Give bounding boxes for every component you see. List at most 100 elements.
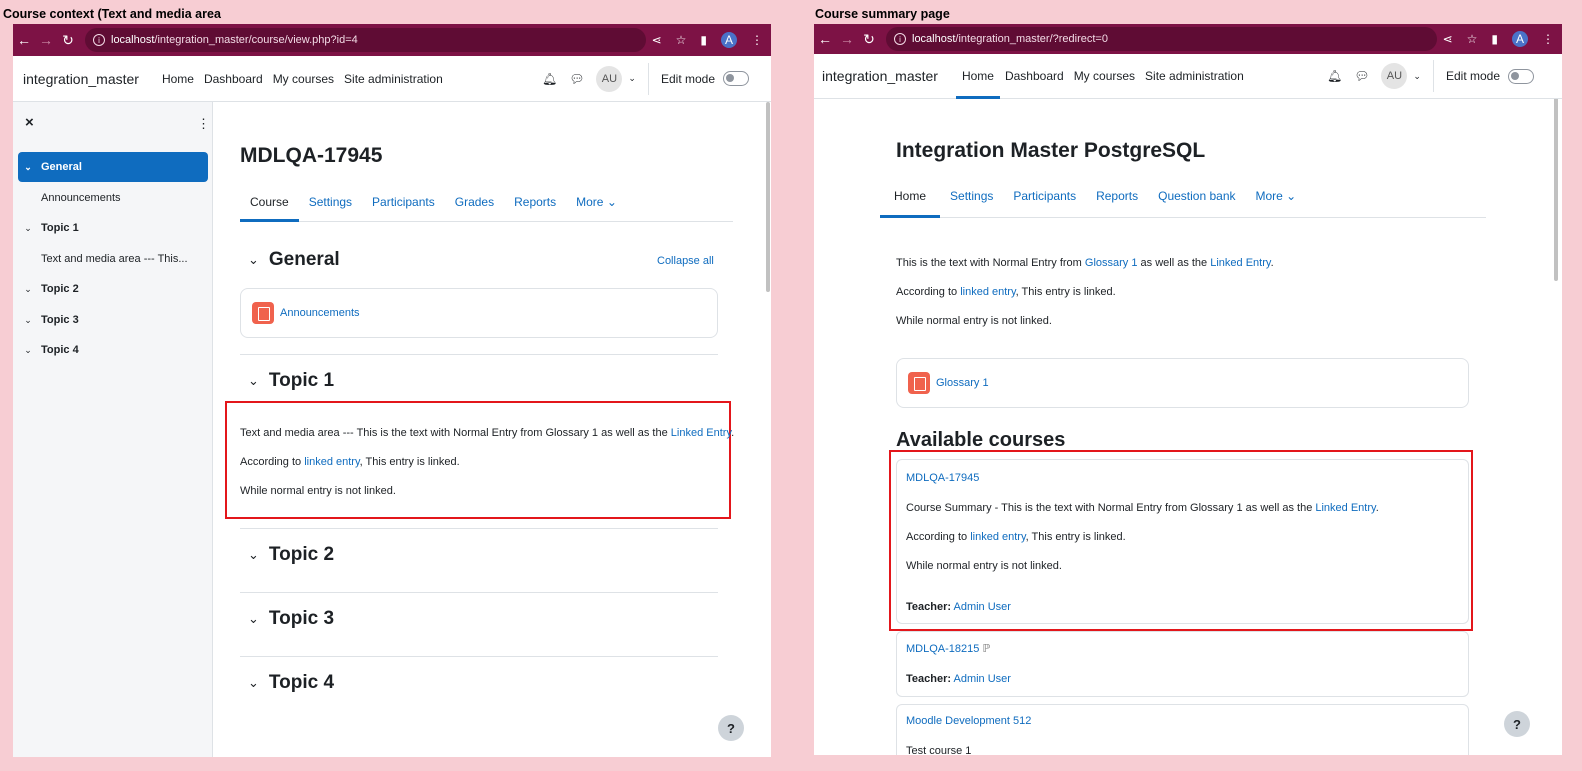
- browser-menu-icon[interactable]: ⋮: [751, 33, 763, 47]
- site-brand[interactable]: integration_master: [23, 71, 139, 87]
- forward-icon[interactable]: →: [836, 31, 858, 47]
- text-media-line-2: According to linked entry, This entry is…: [240, 456, 460, 468]
- site-brand[interactable]: integration_master: [822, 68, 938, 84]
- chevron-down-icon[interactable]: ⌄: [21, 223, 35, 234]
- forward-icon[interactable]: →: [35, 32, 57, 48]
- course-index-topic-1[interactable]: ⌄ Topic 1: [18, 213, 208, 243]
- back-icon[interactable]: ←: [13, 32, 35, 48]
- profile-avatar[interactable]: A: [1512, 31, 1528, 47]
- site-info-icon[interactable]: i: [93, 34, 105, 46]
- course-index-general[interactable]: ⌄ General: [18, 152, 208, 182]
- chevron-down-icon[interactable]: ⌄: [248, 675, 259, 691]
- nav-dashboard[interactable]: Dashboard: [1000, 54, 1069, 98]
- nav-dashboard[interactable]: Dashboard: [199, 56, 268, 101]
- profile-avatar[interactable]: A: [721, 32, 737, 48]
- browser-menu-icon[interactable]: ⋮: [1542, 32, 1554, 46]
- chevron-down-icon[interactable]: ⌄: [248, 373, 259, 389]
- text-media-line-1: Text and media area --- This is the text…: [240, 427, 735, 439]
- tab-course[interactable]: Course: [240, 182, 299, 222]
- scrollbar[interactable]: [766, 102, 770, 292]
- help-button[interactable]: ?: [1504, 711, 1530, 737]
- notification-bell-icon[interactable]: 🔔︎: [542, 72, 557, 86]
- nav-home[interactable]: Home: [955, 54, 1000, 99]
- tab-grades[interactable]: Grades: [445, 182, 504, 221]
- primary-nav: Home Dashboard My courses Site administr…: [955, 54, 1249, 99]
- tab-more[interactable]: More ⌄: [1246, 175, 1307, 217]
- drawer-menu-icon[interactable]: ⋮: [197, 116, 210, 132]
- scrollbar[interactable]: [1554, 99, 1558, 281]
- close-drawer-icon[interactable]: ×: [25, 114, 34, 131]
- side-panel-icon[interactable]: ▮: [700, 33, 707, 47]
- toggle-switch[interactable]: [723, 71, 749, 86]
- user-avatar[interactable]: AU: [1381, 63, 1408, 89]
- tab-home[interactable]: Home: [880, 175, 941, 218]
- nav-my-courses[interactable]: My courses: [1069, 54, 1140, 98]
- course-index-topic-4[interactable]: ⌄ Topic 4: [18, 335, 208, 365]
- chevron-down-icon[interactable]: ⌄: [21, 345, 35, 356]
- chevron-down-icon[interactable]: ⌄: [248, 547, 259, 563]
- linked-entry-link[interactable]: linked entry: [960, 286, 1015, 298]
- glossary-link[interactable]: Glossary 1: [1085, 257, 1138, 269]
- chevron-down-icon[interactable]: ⌄: [21, 162, 35, 173]
- nav-site-administration[interactable]: Site administration: [1140, 54, 1249, 98]
- reload-icon[interactable]: ↻: [858, 31, 880, 48]
- share-icon[interactable]: ⋖: [652, 33, 662, 47]
- glossary-icon: [908, 372, 930, 394]
- section-general-header[interactable]: ⌄ General: [248, 249, 340, 271]
- available-courses-heading: Available courses: [896, 429, 1066, 451]
- user-menu-chevron-icon[interactable]: ⌄: [1413, 71, 1421, 82]
- nav-home[interactable]: Home: [157, 56, 199, 101]
- reload-icon[interactable]: ↻: [57, 32, 79, 49]
- announcements-activity[interactable]: Announcements: [240, 288, 718, 338]
- back-icon[interactable]: ←: [814, 31, 836, 47]
- course-index-announcements[interactable]: Announcements: [18, 183, 208, 213]
- section-topic-2-header[interactable]: ⌄ Topic 2: [248, 544, 334, 566]
- glossary-activity[interactable]: Glossary 1: [896, 358, 1469, 408]
- side-panel-icon[interactable]: ▮: [1491, 32, 1498, 46]
- moodle-navbar: integration_master Home Dashboard My cou…: [13, 56, 771, 102]
- tab-settings[interactable]: Settings: [940, 175, 1003, 217]
- linked-entry-link[interactable]: Linked Entry: [1210, 257, 1270, 269]
- course-name-link[interactable]: MDLQA-18215: [906, 643, 979, 655]
- messages-icon[interactable]: 💬︎: [1354, 69, 1369, 83]
- toggle-switch[interactable]: [1508, 68, 1534, 84]
- bookmark-star-icon[interactable]: ☆: [676, 33, 687, 47]
- site-info-icon[interactable]: i: [894, 33, 906, 45]
- course-index-topic-2[interactable]: ⌄ Topic 2: [18, 274, 208, 304]
- tab-participants[interactable]: Participants: [1003, 175, 1086, 217]
- chevron-down-icon[interactable]: ⌄: [248, 252, 259, 268]
- tab-reports[interactable]: Reports: [504, 182, 566, 221]
- address-bar[interactable]: i localhost/integration_master/?redirect…: [886, 27, 1437, 51]
- tab-settings[interactable]: Settings: [299, 182, 362, 221]
- section-topic-4-header[interactable]: ⌄ Topic 4: [248, 672, 334, 694]
- chevron-down-icon[interactable]: ⌄: [248, 611, 259, 627]
- chevron-down-icon[interactable]: ⌄: [21, 315, 35, 326]
- nav-site-administration[interactable]: Site administration: [339, 56, 448, 101]
- user-menu-chevron-icon[interactable]: ⌄: [628, 73, 636, 84]
- nav-my-courses[interactable]: My courses: [268, 56, 339, 101]
- course-index-topic-3[interactable]: ⌄ Topic 3: [18, 305, 208, 335]
- linked-entry-link[interactable]: linked entry: [304, 456, 359, 468]
- section-topic-3-header[interactable]: ⌄ Topic 3: [248, 608, 334, 630]
- chevron-down-icon[interactable]: ⌄: [21, 284, 35, 295]
- tab-participants[interactable]: Participants: [362, 182, 445, 221]
- section-topic-1-header[interactable]: ⌄ Topic 1: [248, 370, 334, 392]
- address-bar[interactable]: i localhost/integration_master/course/vi…: [85, 28, 646, 52]
- messages-icon[interactable]: 💬︎: [569, 72, 584, 86]
- tab-question-bank[interactable]: Question bank: [1148, 175, 1245, 217]
- user-avatar[interactable]: AU: [596, 65, 623, 92]
- help-button[interactable]: ?: [718, 715, 744, 741]
- summary-line-2: According to linked entry, This entry is…: [896, 286, 1116, 298]
- course-name-link[interactable]: Moodle Development 512: [906, 715, 1031, 727]
- linked-entry-link[interactable]: Linked Entry: [671, 427, 731, 439]
- teacher-link[interactable]: Admin User: [954, 673, 1011, 685]
- collapse-all-link[interactable]: Collapse all: [657, 255, 714, 267]
- course-index-text-media[interactable]: Text and media area --- This...: [18, 244, 208, 274]
- bookmark-star-icon[interactable]: ☆: [1467, 32, 1478, 46]
- edit-mode-toggle[interactable]: Edit mode: [1446, 68, 1534, 84]
- edit-mode-toggle[interactable]: Edit mode: [661, 71, 749, 86]
- notification-bell-icon[interactable]: 🔔︎: [1327, 69, 1342, 83]
- share-icon[interactable]: ⋖: [1443, 32, 1453, 46]
- tab-reports[interactable]: Reports: [1086, 175, 1148, 217]
- tab-more[interactable]: More ⌄: [566, 182, 627, 221]
